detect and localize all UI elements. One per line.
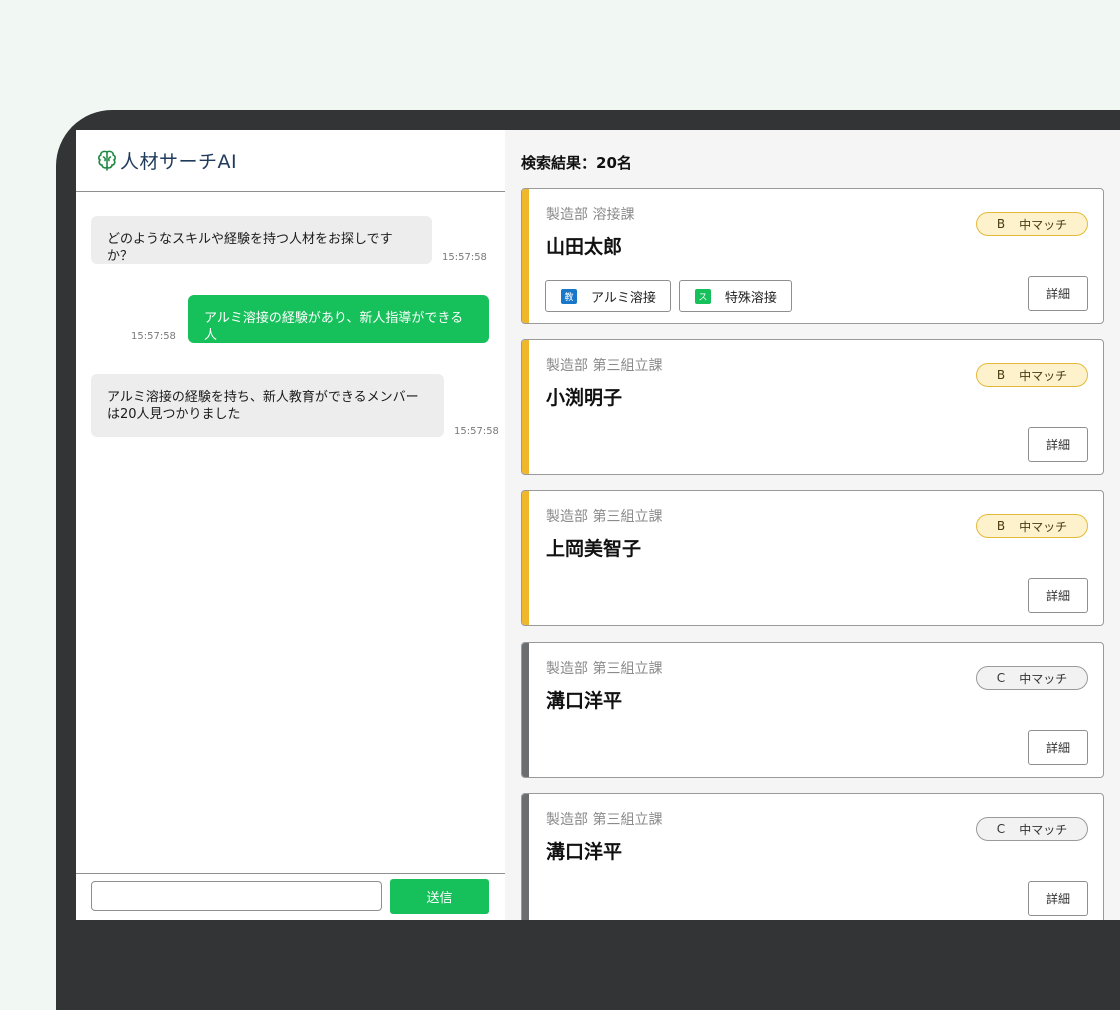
message-text: どのようなスキルや経験を持つ人材をお探しですか？ (107, 232, 393, 264)
skill-label: アルミ溶接 (591, 290, 656, 306)
chat-message-user: アルミ溶接の経験があり、新人指導ができる人 (188, 295, 489, 343)
skill-tag[interactable]: ス特殊溶接 (678, 280, 792, 312)
match-label: 中マッチ (1019, 671, 1068, 686)
skill-category-icon: 教 (561, 288, 577, 304)
result-card[interactable]: 製造部 溶接課 山田太郎 B 中マッチ 詳細教アルミ溶接ス特殊溶接 (521, 188, 1104, 324)
match-level-bar (522, 794, 529, 920)
chat-header: 人材サーチAI (76, 130, 505, 192)
employee-name: 上岡美智子 (546, 538, 642, 560)
results-count: 検索結果：20名 (521, 154, 632, 172)
match-grade: B (996, 519, 1006, 533)
chat-panel: 人材サーチAI どのようなスキルや経験を持つ人材をお探しですか？ 15:57:5… (76, 130, 505, 920)
match-level-bar (522, 491, 529, 625)
chat-message-bot: アルミ溶接の経験を持ち、新人教育ができるメンバーは20人見つかりました (91, 374, 444, 437)
match-badge: B 中マッチ (976, 212, 1088, 236)
skill-tag[interactable]: 教アルミ溶接 (545, 280, 671, 312)
detail-button[interactable]: 詳細 (1028, 427, 1088, 462)
detail-button[interactable]: 詳細 (1028, 881, 1088, 916)
match-badge: C 中マッチ (976, 817, 1088, 841)
match-label: 中マッチ (1019, 822, 1068, 837)
app-screen: 人材サーチAI どのようなスキルや経験を持つ人材をお探しですか？ 15:57:5… (76, 130, 1120, 920)
detail-button[interactable]: 詳細 (1028, 276, 1088, 311)
result-card[interactable]: 製造部 第三組立課上岡美智子 B 中マッチ詳細 (521, 490, 1104, 626)
department-label: 製造部 溶接課 (546, 207, 635, 223)
message-timestamp: 15:57:58 (131, 331, 176, 342)
match-label: 中マッチ (1019, 368, 1068, 383)
result-card[interactable]: 製造部 第三組立課溝口洋平 C 中マッチ詳細 (521, 642, 1104, 778)
skill-category-icon: ス (694, 288, 711, 304)
match-label: 中マッチ (1019, 217, 1068, 232)
match-level-bar (522, 189, 529, 323)
app-title: 人材サーチAI (120, 151, 238, 173)
employee-name: 溝口洋平 (546, 841, 623, 863)
send-button[interactable]: 送信 (390, 879, 489, 914)
chat-message-bot: どのようなスキルや経験を持つ人材をお探しですか？ (91, 216, 432, 264)
match-grade: C (996, 671, 1006, 685)
employee-name: 溝口洋平 (546, 690, 623, 712)
employee-name: 小渕明子 (546, 387, 623, 409)
skill-tags: 教アルミ溶接ス特殊溶接 (545, 280, 792, 312)
match-badge: B 中マッチ (976, 363, 1088, 387)
department-label: 製造部 第三組立課 (546, 661, 663, 677)
result-card[interactable]: 製造部 第三組立課溝口洋平 C 中マッチ詳細 (521, 793, 1104, 920)
match-badge: B 中マッチ (976, 514, 1088, 538)
detail-button[interactable]: 詳細 (1028, 730, 1088, 765)
brain-icon (98, 150, 116, 171)
message-text: アルミ溶接の経験を持ち、新人教育ができるメンバーは20人見つかりました (107, 390, 419, 422)
employee-name: 山田太郎 (546, 236, 623, 258)
department-label: 製造部 第三組立課 (546, 509, 663, 525)
match-grade: B (996, 217, 1006, 231)
match-level-bar (522, 643, 529, 777)
department-label: 製造部 第三組立課 (546, 812, 663, 828)
message-timestamp: 15:57:58 (454, 426, 499, 437)
match-grade: C (996, 822, 1006, 836)
department-label: 製造部 第三組立課 (546, 358, 663, 374)
chat-input[interactable] (91, 881, 382, 911)
results-panel: 検索結果：20名 製造部 溶接課 山田太郎 B 中マッチ 詳細教アルミ溶接ス特殊溶接 製造… (505, 130, 1120, 920)
match-level-bar (522, 340, 529, 474)
result-card[interactable]: 製造部 第三組立課小渕明子 B 中マッチ詳細 (521, 339, 1104, 475)
match-badge: C 中マッチ (976, 666, 1088, 690)
match-label: 中マッチ (1019, 519, 1068, 534)
message-timestamp: 15:57:58 (442, 252, 487, 263)
skill-label: 特殊溶接 (724, 290, 777, 306)
match-grade: B (996, 368, 1006, 382)
chat-input-bar: 送信 (76, 873, 505, 920)
message-text: アルミ溶接の経験があり、新人指導ができる人 (204, 311, 464, 343)
detail-button[interactable]: 詳細 (1028, 578, 1088, 613)
